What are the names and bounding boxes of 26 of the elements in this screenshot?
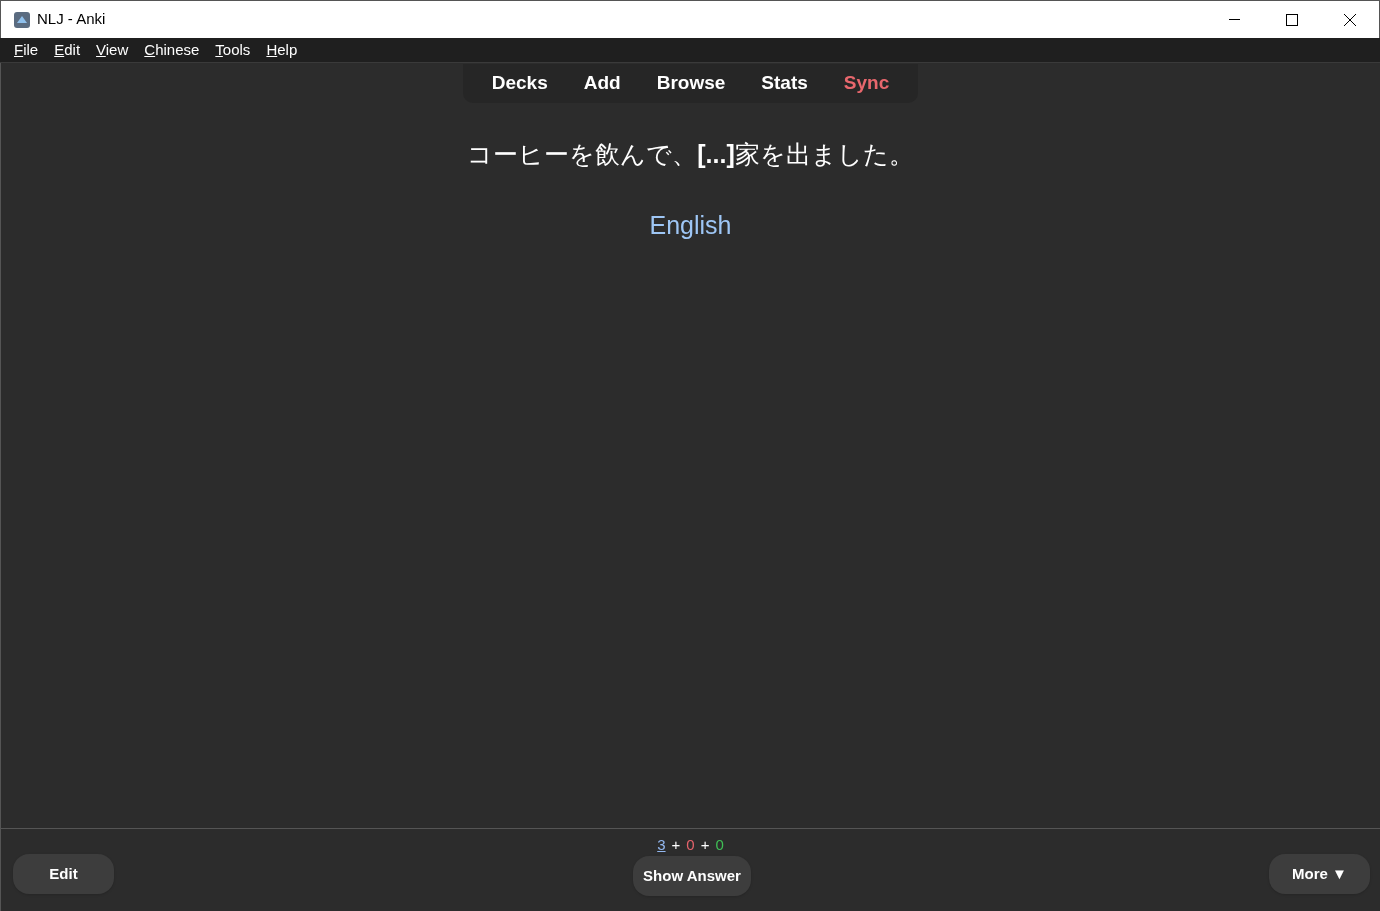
maximize-icon — [1286, 13, 1298, 26]
menu-item[interactable]: Tools — [207, 38, 259, 62]
close-icon — [1344, 13, 1356, 26]
queue-count: 0 — [686, 835, 695, 855]
card-sentence: コーヒーを飲んで、[...]家を出ました。 — [467, 139, 914, 170]
queue-count: + — [671, 835, 681, 855]
hint-link[interactable]: English — [649, 206, 732, 244]
app-icon — [13, 10, 31, 29]
menu-item[interactable]: File — [6, 38, 47, 62]
menu-item[interactable]: Chinese — [136, 38, 208, 62]
toolbar-link[interactable]: Sync — [826, 69, 907, 98]
menu-item[interactable]: View — [88, 38, 137, 62]
menu-item[interactable]: Help — [258, 38, 306, 62]
show-answer-button[interactable]: Show Answer — [633, 856, 751, 896]
window-title: NLJ - Anki — [37, 9, 106, 30]
toolbar-link[interactable]: Stats — [744, 69, 825, 98]
queue-count: 3 — [657, 835, 666, 855]
edit-button[interactable]: Edit — [13, 854, 114, 894]
queue-count: + — [700, 835, 710, 855]
queue-count: 0 — [715, 835, 724, 855]
toolbar-link[interactable]: Browse — [639, 69, 743, 98]
menu-item[interactable]: Edit — [46, 38, 89, 62]
more-button[interactable]: More ▼ — [1269, 854, 1370, 894]
toolbar-link[interactable]: Decks — [474, 69, 565, 98]
toolbar-link[interactable]: Add — [566, 69, 638, 98]
minimize-icon — [1228, 19, 1240, 20]
